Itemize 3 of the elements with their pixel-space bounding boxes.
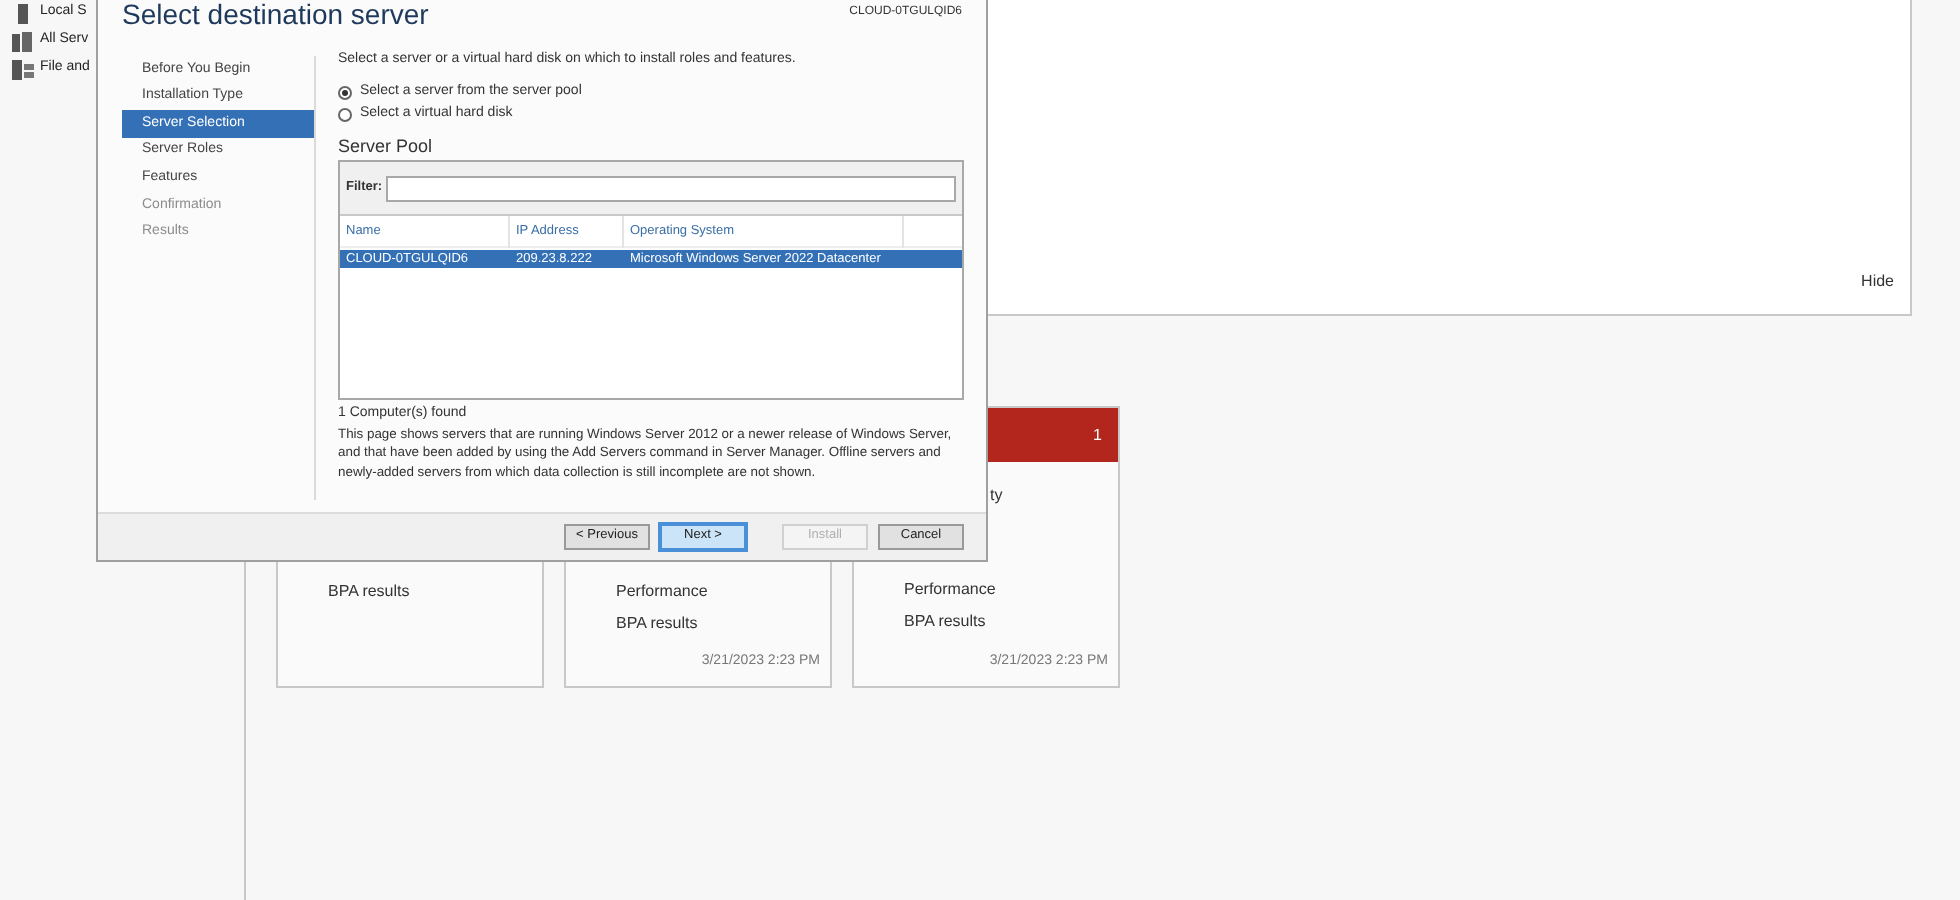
server-pool-title: Server Pool <box>338 136 435 158</box>
dialog-title: Select destination server <box>122 0 429 28</box>
alert-count: 1 <box>1093 423 1102 447</box>
